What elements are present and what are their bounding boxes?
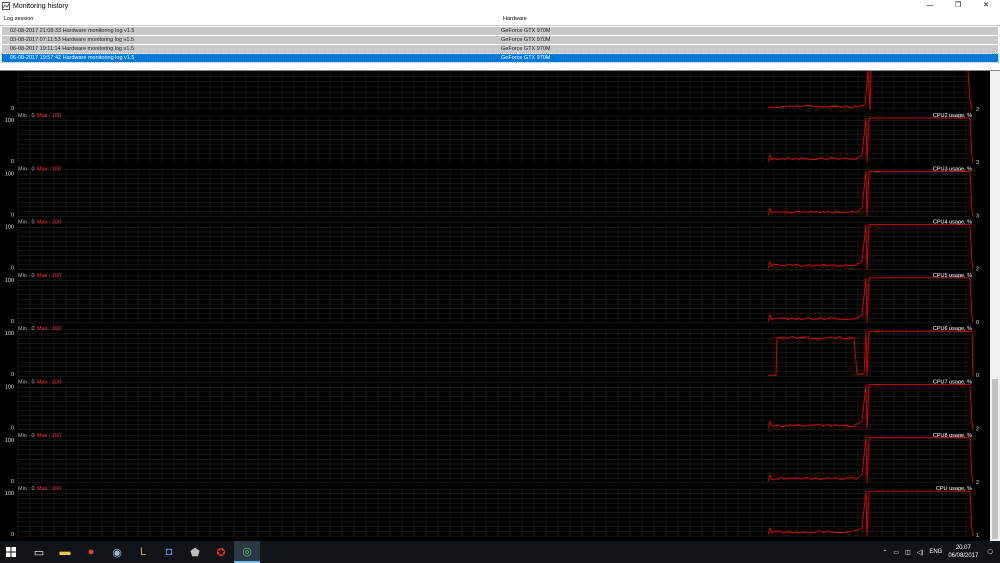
chrome-icon[interactable]: ●: [78, 541, 104, 563]
min-label: Min : 0: [18, 486, 35, 492]
min-label: Min : 0: [18, 220, 35, 226]
column-header-hardware[interactable]: Hardware: [503, 16, 527, 22]
max-label: Max : 100: [37, 380, 61, 386]
y-axis-max-label: 100: [5, 491, 14, 497]
y-axis-min-label: 0: [11, 266, 14, 272]
clock[interactable]: 20:07 06/08/2017: [948, 544, 978, 560]
close-button[interactable]: ✕: [972, 0, 1000, 12]
log-session-cell: 06-08-2017 19:57:42 Hardware monitoring …: [10, 54, 134, 62]
volume-icon[interactable]: ◁): [917, 549, 924, 556]
y-axis-max-label: 100: [5, 385, 14, 391]
taskbar: ▭ ▬ ● ◉ L ◘ ⬟ ✪ ◎ ⌃ ▭ ◫ ◁) ENG 20:07 06/08/2017 …: [0, 541, 1000, 563]
log-session-cell: 02-08-2017 21:08:33 Hardware monitoring …: [10, 27, 134, 35]
series-line: [968, 71, 972, 110]
current-value-label: 2: [976, 427, 979, 433]
max-label: Max : 100: [37, 166, 61, 172]
discord-icon[interactable]: ◘: [156, 541, 182, 563]
log-session-cell: 03-08-2017 07:11:53 Hardware monitoring …: [10, 36, 134, 44]
y-axis-min-label: 0: [11, 212, 14, 218]
app-icon: [2, 2, 10, 10]
current-value-label: 1: [976, 533, 979, 539]
max-label: Max : 100: [37, 273, 61, 279]
window-title: Monitoring history: [13, 3, 68, 10]
scrollbar-thumb[interactable]: [992, 379, 998, 539]
max-label: Max : 100: [37, 433, 61, 439]
y-axis-max-label: 100: [5, 331, 14, 337]
current-value-label: 3: [976, 160, 979, 166]
y-axis-max-label: 100: [5, 225, 14, 231]
maximize-button[interactable]: ❐: [944, 0, 972, 12]
min-label: Min : 0: [18, 380, 35, 386]
min-label: Min : 0: [18, 166, 35, 172]
graphs-scrollbar[interactable]: [990, 71, 1000, 541]
task-view-icon[interactable]: ▭: [26, 541, 52, 563]
tray-arrow-icon[interactable]: ⌃: [882, 549, 887, 556]
min-label: Min : 0: [18, 433, 35, 439]
current-value-label: 2: [976, 107, 979, 113]
hardware-cell: GeForce GTX 970M: [501, 27, 551, 35]
min-label: Min : 0: [18, 273, 35, 279]
clock-date: 06/08/2017: [948, 552, 978, 560]
y-axis-min-label: 0: [11, 479, 14, 485]
file-explorer-icon[interactable]: ▬: [52, 541, 78, 563]
hardware-cell: GeForce GTX 970M: [501, 36, 551, 44]
clock-time: 20:07: [948, 544, 978, 552]
monitoring-graphs: 0 21000Min : 0 Max : 100 CPU2 usage, %31000…: [0, 71, 990, 541]
table-row[interactable]: 02-08-2017 21:08:33 Hardware monitoring …: [2, 27, 998, 35]
windows-start-icon[interactable]: [0, 541, 22, 563]
max-label: Max : 100: [37, 486, 61, 492]
current-value-label: 0: [976, 320, 979, 326]
shield-icon[interactable]: ⬟: [182, 541, 208, 563]
log-session-cell: 06-08-2017 19:11:14 Hardware monitoring …: [10, 45, 134, 53]
max-label: Max : 100: [37, 220, 61, 226]
log-session-table: Log session Hardware 02-08-2017 21:08:33…: [0, 12, 1000, 71]
min-label: Min : 0: [18, 326, 35, 332]
steam-icon[interactable]: ◉: [104, 541, 130, 563]
y-axis-min-label: 0: [11, 319, 14, 325]
table-header: Log session Hardware: [0, 12, 1000, 26]
max-label: Max : 100: [37, 326, 61, 332]
current-value-label: 3: [976, 213, 979, 219]
y-axis-min-label: 0: [11, 372, 14, 378]
window-titlebar: Monitoring history — ❐ ✕: [0, 0, 1000, 12]
y-axis-min-label: 0: [11, 106, 14, 112]
y-axis-max-label: 100: [5, 438, 14, 444]
msi-afterburner-icon[interactable]: ✪: [208, 541, 234, 563]
battery-icon[interactable]: ▭: [893, 549, 899, 556]
language-indicator[interactable]: ENG: [929, 549, 942, 555]
monitoring-app-icon[interactable]: ◎: [234, 541, 260, 563]
hardware-cell: GeForce GTX 970M: [501, 54, 551, 62]
network-icon[interactable]: ◫: [905, 549, 911, 556]
max-label: Max : 100: [37, 113, 61, 119]
table-row[interactable]: 06-08-2017 19:11:14 Hardware monitoring …: [2, 45, 998, 53]
y-axis-max-label: 100: [5, 171, 14, 177]
system-tray: ⌃ ▭ ◫ ◁) ENG 20:07 06/08/2017 🗨: [882, 541, 1000, 563]
minimize-button[interactable]: —: [916, 0, 944, 12]
series-line: [768, 71, 871, 110]
table-row[interactable]: 06-08-2017 19:57:42 Hardware monitoring …: [2, 54, 998, 62]
current-value-label: 0: [976, 373, 979, 379]
column-header-log-session[interactable]: Log session: [4, 16, 33, 22]
y-axis-min-label: 0: [11, 159, 14, 165]
y-axis-min-label: 0: [11, 532, 14, 538]
league-icon[interactable]: L: [130, 541, 156, 563]
min-label: Min : 0: [18, 113, 35, 119]
table-row[interactable]: 03-08-2017 07:11:53 Hardware monitoring …: [2, 36, 998, 44]
notifications-icon[interactable]: 🗨: [986, 549, 994, 556]
y-axis-max-label: 100: [5, 278, 14, 284]
current-value-label: 2: [976, 267, 979, 273]
y-axis-min-label: 0: [11, 426, 14, 432]
hardware-cell: GeForce GTX 970M: [501, 45, 551, 53]
current-value-label: 2: [976, 480, 979, 486]
y-axis-max-label: 100: [5, 118, 14, 124]
